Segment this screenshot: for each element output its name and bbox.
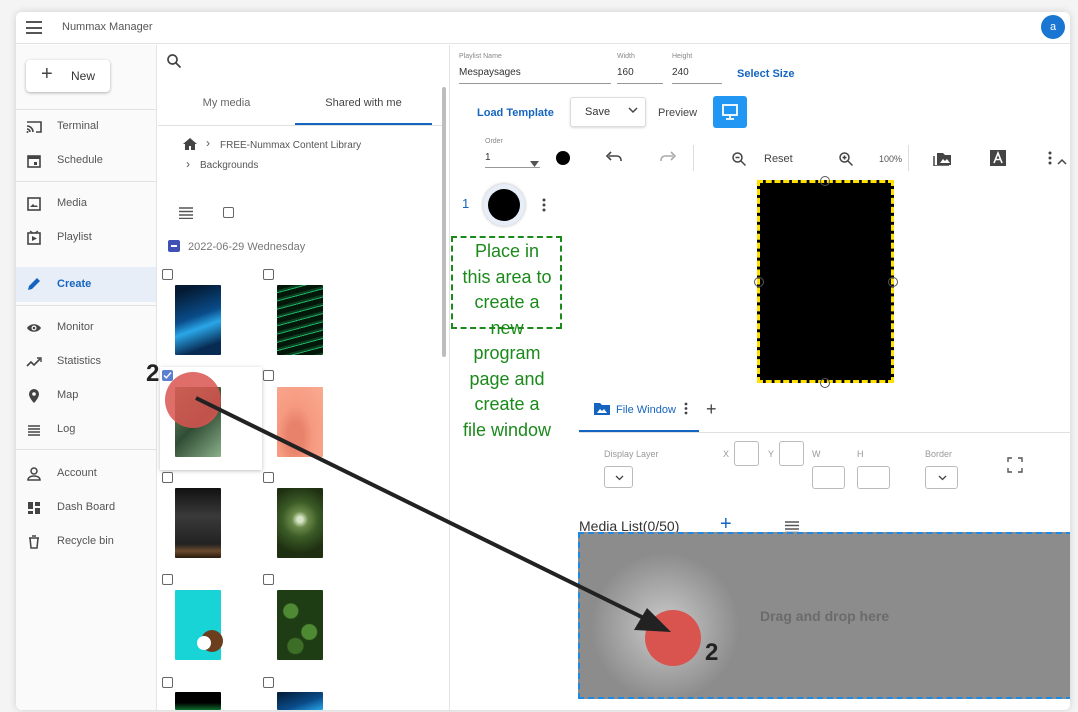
step-number-start: 2 <box>146 360 160 387</box>
step-number-end: 2 <box>705 639 719 666</box>
app-window: Nummax Manager a + New Terminal Schedule… <box>16 12 1070 710</box>
drag-arrow <box>195 396 671 632</box>
